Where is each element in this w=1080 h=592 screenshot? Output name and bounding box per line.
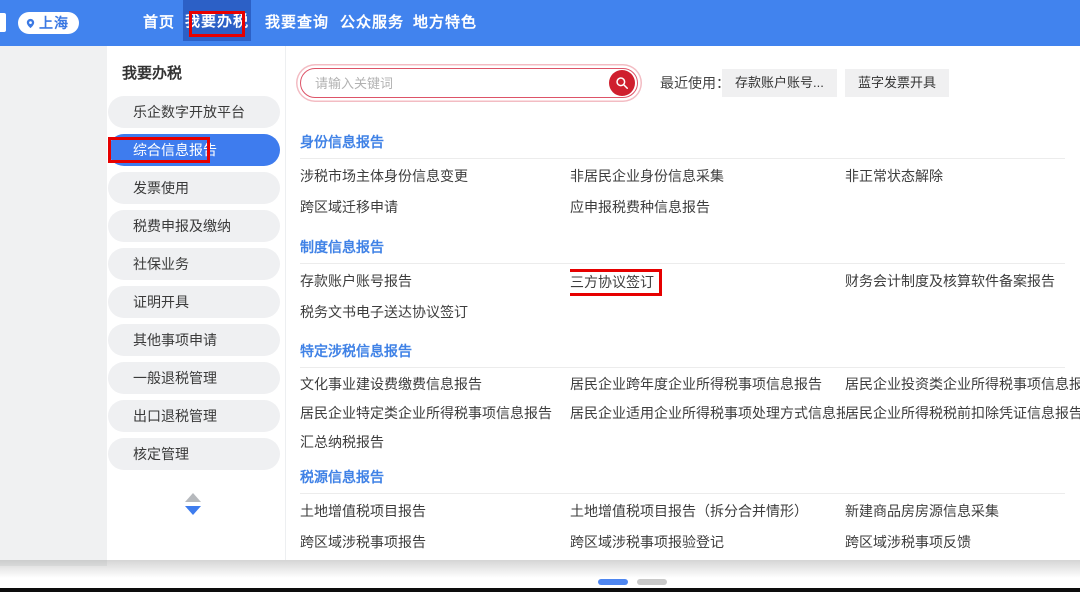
service-link <box>570 297 845 328</box>
recent-button-blue-invoice[interactable]: 蓝字发票开具 <box>845 69 949 97</box>
section-divider <box>300 158 1065 159</box>
service-link[interactable]: 跨区域涉税事项反馈 <box>845 527 1080 558</box>
sidebar-header: 我要办税 <box>122 62 182 83</box>
sidebar-item-social-security[interactable]: 社保业务 <box>108 248 280 280</box>
content-area: 最近使用： 存款账户账号... 蓝字发票开具 身份信息报告 涉税市场主体身份信息… <box>285 46 1080 560</box>
sidebar-item-certificate-issuance[interactable]: 证明开具 <box>108 286 280 318</box>
service-link[interactable]: 跨区域迁移申请 <box>300 192 570 223</box>
sidebar-item-other-matters[interactable]: 其他事项申请 <box>108 324 280 356</box>
service-link[interactable]: 新建商品房房源信息采集 <box>845 496 1080 527</box>
service-link[interactable]: 文化事业建设费缴费信息报告 <box>300 370 570 399</box>
scroll-up-icon[interactable] <box>185 493 201 502</box>
sidebar-menu: 乐企数字开放平台 综合信息报告 发票使用 税费申报及缴纳 社保业务 证明开具 其… <box>108 96 280 476</box>
search-box <box>300 68 638 98</box>
service-link[interactable]: 存款账户账号报告 <box>300 266 570 297</box>
nav-taxes-active[interactable]: 我要办税 <box>183 0 251 41</box>
service-link <box>845 297 1080 328</box>
service-link[interactable]: 居民企业所得税税前扣除凭证信息报告 <box>845 399 1080 428</box>
recent-used-label: 最近使用： <box>660 68 730 98</box>
section-divider <box>300 493 1065 494</box>
sidebar-item-invoice-use[interactable]: 发票使用 <box>108 172 280 204</box>
annotation-box <box>108 137 210 163</box>
app-window: 上海 首页 我要办税 我要查询 公众服务 地方特色 我要办税 乐企数字开放平台 … <box>0 0 1080 592</box>
sidebar-item-export-tax-refund[interactable]: 出口退税管理 <box>108 400 280 432</box>
section-specific-tax-info-report: 特定涉税信息报告 文化事业建设费缴费信息报告 居民企业跨年度企业所得税事项信息报… <box>300 341 1080 457</box>
nav-inquiry[interactable]: 我要查询 <box>265 0 329 46</box>
service-link[interactable]: 非居民企业身份信息采集 <box>570 161 845 192</box>
section-title: 税源信息报告 <box>300 467 1080 487</box>
sidebar-item-general-tax-refund[interactable]: 一般退税管理 <box>108 362 280 394</box>
nav-home[interactable]: 首页 <box>143 0 175 46</box>
sidebar-item-comprehensive-info-report[interactable]: 综合信息报告 <box>108 134 280 166</box>
service-link[interactable]: 居民企业跨年度企业所得税事项信息报告 <box>570 370 845 399</box>
location-label: 上海 <box>39 13 69 33</box>
search-button[interactable] <box>609 70 635 96</box>
section-title: 特定涉税信息报告 <box>300 341 1080 361</box>
service-link[interactable]: 跨区域涉税事项报告 <box>300 527 570 558</box>
pagination-dot[interactable] <box>637 579 667 585</box>
service-link <box>570 428 845 457</box>
service-link[interactable]: 土地增值税项目报告 <box>300 496 570 527</box>
service-link[interactable]: 居民企业投资类企业所得税事项信息报告 <box>845 370 1080 399</box>
section-system-info-report: 制度信息报告 存款账户账号报告 三方协议签订 财务会计制度及核算软件备案报告 税… <box>300 237 1080 328</box>
nav-public-service[interactable]: 公众服务 <box>340 0 404 46</box>
section-tax-source-info-report: 税源信息报告 土地增值税项目报告 土地增值税项目报告（拆分合并情形） 新建商品房… <box>300 467 1080 558</box>
service-link[interactable]: 税务文书电子送达协议签订 <box>300 297 570 328</box>
sidebar-scroll-arrows <box>107 493 279 515</box>
service-link[interactable]: 土地增值税项目报告（拆分合并情形） <box>570 496 845 527</box>
service-link <box>845 428 1080 457</box>
section-title: 制度信息报告 <box>300 237 1080 257</box>
service-link[interactable]: 应申报税费种信息报告 <box>570 192 845 223</box>
section-title: 身份信息报告 <box>300 132 1080 152</box>
scroll-down-icon[interactable] <box>185 506 201 515</box>
window-bottom-edge <box>0 588 1080 592</box>
service-link-tripartite-agreement[interactable]: 三方协议签订 <box>570 266 845 297</box>
logo-fragment <box>0 13 6 32</box>
annotation-box <box>189 11 245 37</box>
section-divider <box>300 367 1065 368</box>
sidebar-item-assessment-management[interactable]: 核定管理 <box>108 438 280 470</box>
service-link[interactable]: 财务会计制度及核算软件备案报告 <box>845 266 1080 297</box>
nav-local-features[interactable]: 地方特色 <box>413 0 477 46</box>
page-background-strip <box>0 46 107 566</box>
search-input[interactable] <box>301 69 637 97</box>
service-link[interactable]: 居民企业特定类企业所得税事项信息报告 <box>300 399 570 428</box>
section-identity-info-report: 身份信息报告 涉税市场主体身份信息变更 非居民企业身份信息采集 非正常状态解除 … <box>300 132 1080 223</box>
service-link <box>845 192 1080 223</box>
pagination-dot-active[interactable] <box>598 579 628 585</box>
annotation-box[interactable]: 三方协议签订 <box>570 269 662 296</box>
recent-button-deposit-account[interactable]: 存款账户账号... <box>722 69 837 97</box>
service-link[interactable]: 居民企业适用企业所得税事项处理方式信息报... <box>570 399 845 428</box>
sidebar-item-tax-declaration-payment[interactable]: 税费申报及缴纳 <box>108 210 280 242</box>
search-icon <box>615 76 629 90</box>
service-link[interactable]: 非正常状态解除 <box>845 161 1080 192</box>
service-link[interactable]: 汇总纳税报告 <box>300 428 570 457</box>
service-link[interactable]: 跨区域涉税事项报验登记 <box>570 527 845 558</box>
location-pin-icon <box>25 18 36 29</box>
sidebar-item-leqi-platform[interactable]: 乐企数字开放平台 <box>108 96 280 128</box>
service-link[interactable]: 涉税市场主体身份信息变更 <box>300 161 570 192</box>
section-divider <box>300 263 1065 264</box>
top-nav-bar: 上海 首页 我要办税 我要查询 公众服务 地方特色 <box>0 0 1080 46</box>
panel-bottom-shadow <box>0 560 1080 578</box>
location-selector[interactable]: 上海 <box>18 12 79 34</box>
